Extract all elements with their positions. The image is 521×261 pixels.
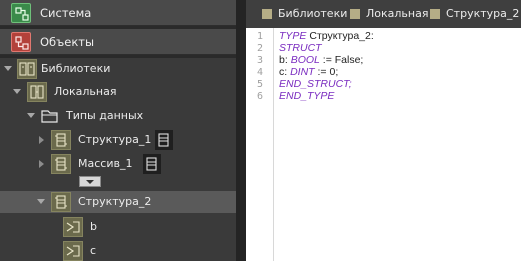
code-text: b: [279,54,291,66]
tree-item-label: Структура_1 [78,133,152,146]
code-keyword: TYPE [279,30,307,42]
panel-splitter[interactable] [236,0,246,261]
chevron-down-icon[interactable] [4,66,12,71]
tree-item-array-1[interactable]: Массив_1 [0,153,236,175]
code-editor[interactable]: TYPE Структура_2: STRUCT b: BOOL := Fals… [246,28,521,261]
code-keyword: DINT [290,66,315,78]
tree-item-struct-1[interactable]: Структура_1 [0,129,236,151]
struct-icon [51,130,71,150]
tab-label: Библиотеки [278,7,348,20]
tree-item-label: b [90,220,97,233]
objects-icon [11,32,31,52]
tab-label: Структура_2 [446,7,520,20]
variable-icon [63,217,83,237]
code-line: STRUCT [279,42,322,54]
code-keyword: END_TYPE [279,90,335,102]
collapse-dropdown-button[interactable] [79,176,101,187]
variable-icon [63,241,83,261]
editor-panel: Библиотеки Локальная Структура_2 1 2 3 4… [246,0,521,261]
system-icon [11,3,31,23]
code-line: c: DINT := 0; [279,66,338,78]
struct-badge-icon [155,130,173,150]
chevron-down-icon [86,180,94,184]
code-keyword: BOOL [290,54,320,66]
local-library-icon [27,82,47,102]
chevron-right-icon[interactable] [39,160,44,168]
tab-square-icon [430,9,440,19]
breadcrumb: Библиотеки Локальная Структура_2 [246,0,521,28]
section-system-label: Система [40,6,92,20]
tree-item-libraries[interactable]: Библиотеки [0,58,236,80]
chevron-down-icon[interactable] [27,113,35,118]
code-line: TYPE Структура_2: [279,30,374,42]
chevron-down-icon[interactable] [13,89,21,94]
code-line: b: BOOL := False; [279,54,363,66]
tree-item-label: Структура_2 [78,195,152,208]
code-text: := False; [319,54,364,66]
tree-item-label: Локальная [54,85,117,98]
tree-item-local[interactable]: Локальная [0,81,236,103]
project-tree-panel: Система Объекты Библиотеки Локальная Тип… [0,0,236,261]
code-line: END_TYPE [279,90,334,102]
tree-item-label: c [90,244,97,257]
code-text: := 0; [314,66,339,78]
tab-square-icon [350,9,360,19]
section-objects-label: Объекты [40,35,95,49]
tab-label: Локальная [366,7,429,20]
folder-icon [40,107,60,125]
code-keyword: END_STRUCT; [279,78,352,90]
tree-item-field-c[interactable]: c [0,240,236,261]
code-keyword: STRUCT [279,42,322,54]
struct-icon [51,192,71,212]
tree-item-label: Библиотеки [41,62,111,75]
section-objects[interactable]: Объекты [0,29,236,55]
code-text: Структура_2: [306,30,374,42]
tree-item-field-b[interactable]: b [0,216,236,238]
libraries-icon [17,59,37,79]
struct-badge-icon [143,154,161,174]
section-system[interactable]: Система [0,0,236,26]
chevron-down-icon[interactable] [37,199,45,204]
tree-item-data-types[interactable]: Типы данных [0,105,236,127]
chevron-right-icon[interactable] [39,136,44,144]
tree-item-struct-2[interactable]: Структура_2 [0,191,236,213]
code-line: END_STRUCT; [279,78,352,90]
tree-item-label: Типы данных [66,109,144,122]
tab-square-icon [262,9,272,19]
tree-item-label: Массив_1 [78,157,133,170]
code-text: c: [279,66,291,78]
struct-icon [51,154,71,174]
